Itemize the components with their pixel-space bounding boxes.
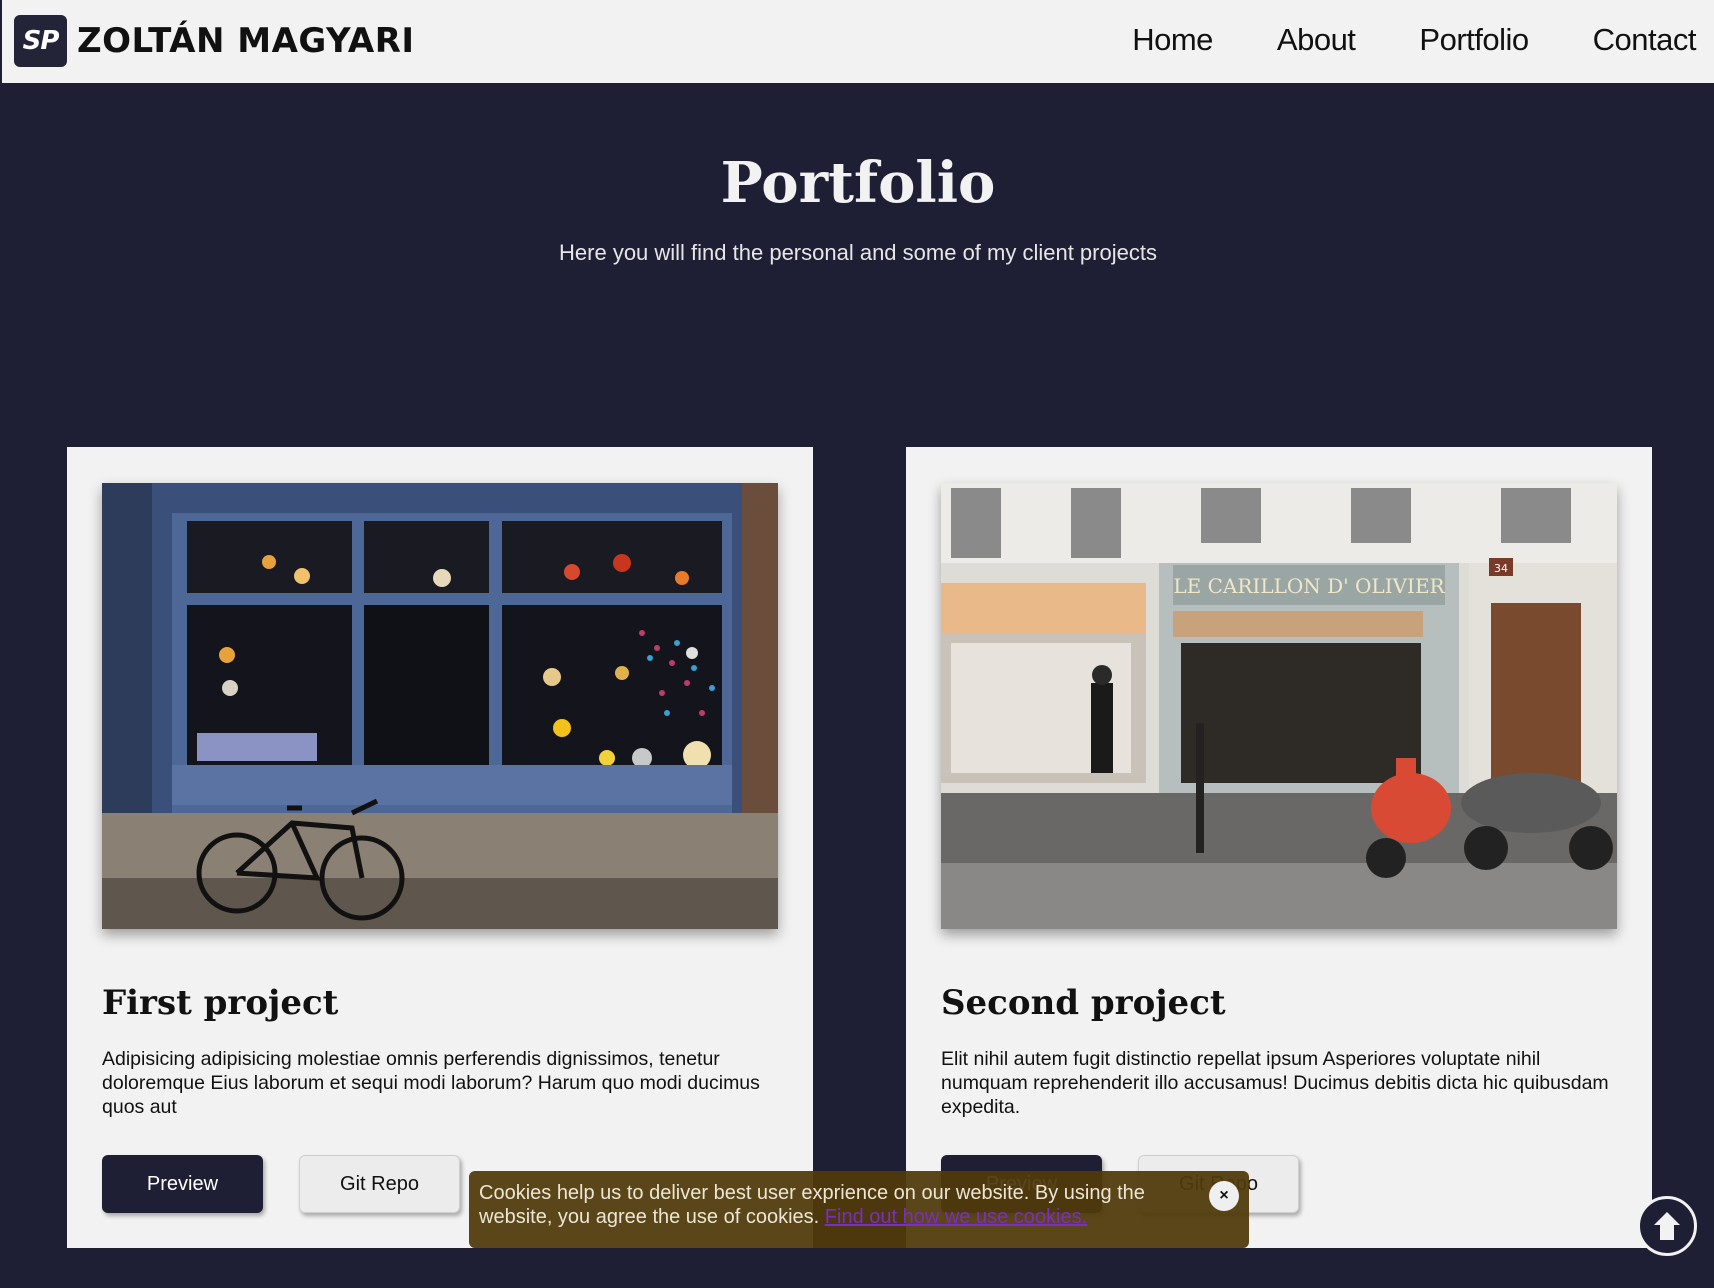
shop-sign-text: LE CARILLON D' OLIVIER (1173, 574, 1445, 598)
page-title: Portfolio (720, 150, 996, 216)
nav-home[interactable]: Home (1132, 22, 1213, 58)
project-card-second: LE CARILLON D' OLIVIER 34 Second project… (906, 447, 1652, 1248)
main-nav: Home About Portfolio Contact (1132, 22, 1696, 58)
cookie-policy-link[interactable]: Find out how we use cookies. (825, 1206, 1087, 1228)
git-repo-button[interactable]: Git Repo (299, 1155, 460, 1213)
house-number-text: 34 (1494, 562, 1508, 575)
street-illustration: LE CARILLON D' OLIVIER 34 (941, 483, 1617, 929)
project-title: First project (102, 983, 339, 1023)
navbar: SP ZOLTÁN MAGYARI Home About Portfolio C… (0, 0, 1714, 83)
preview-button[interactable]: Preview (102, 1155, 263, 1213)
close-icon[interactable]: × (1209, 1181, 1239, 1211)
logo[interactable]: SP (14, 15, 67, 67)
project-description: Elit nihil autem fugit distinctio repell… (941, 1048, 1609, 1118)
nav-about[interactable]: About (1277, 22, 1356, 58)
brand-name[interactable]: ZOLTÁN MAGYARI (77, 21, 415, 61)
project-image-storefront (102, 483, 778, 929)
project-image-street: LE CARILLON D' OLIVIER 34 (941, 483, 1617, 929)
nav-contact[interactable]: Contact (1593, 22, 1697, 58)
storefront-illustration (102, 483, 778, 929)
brand[interactable]: SP ZOLTÁN MAGYARI (14, 15, 415, 67)
arrow-up-icon (1654, 1212, 1680, 1240)
nav-portfolio[interactable]: Portfolio (1419, 22, 1529, 58)
project-description: Adipisicing adipisicing molestiae omnis … (102, 1048, 760, 1118)
page-subtitle: Here you will find the personal and some… (559, 240, 1157, 265)
cookie-banner: Cookies help us to deliver best user exp… (469, 1171, 1249, 1248)
project-card-first: First project Adipisicing adipisicing mo… (67, 447, 813, 1248)
scroll-to-top-button[interactable] (1637, 1196, 1697, 1256)
project-title: Second project (941, 983, 1226, 1023)
